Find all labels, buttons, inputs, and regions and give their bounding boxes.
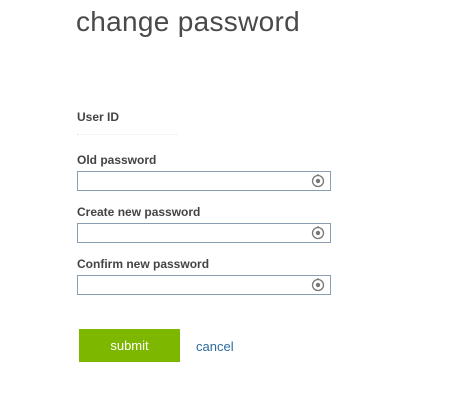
confirm-password-field[interactable]: [78, 276, 311, 294]
reveal-password-icon[interactable]: [310, 277, 326, 293]
new-password-label: Create new password: [77, 205, 201, 219]
new-password-field-container: [77, 223, 331, 243]
new-password-field[interactable]: [78, 224, 311, 242]
confirm-password-field-container: [77, 275, 331, 295]
old-password-field[interactable]: [78, 172, 311, 190]
submit-button[interactable]: submit: [79, 329, 180, 362]
page-title: change password: [76, 6, 300, 37]
reveal-password-icon[interactable]: [310, 225, 326, 241]
old-password-label: Old password: [77, 153, 157, 167]
reveal-password-icon[interactable]: [310, 173, 326, 189]
user-id-value: [77, 126, 177, 135]
change-password-page: change password User ID Old password Cre…: [0, 0, 465, 406]
old-password-field-container: [77, 171, 331, 191]
cancel-link[interactable]: cancel: [196, 339, 234, 354]
user-id-label: User ID: [77, 110, 120, 124]
confirm-password-label: Confirm new password: [77, 257, 210, 271]
